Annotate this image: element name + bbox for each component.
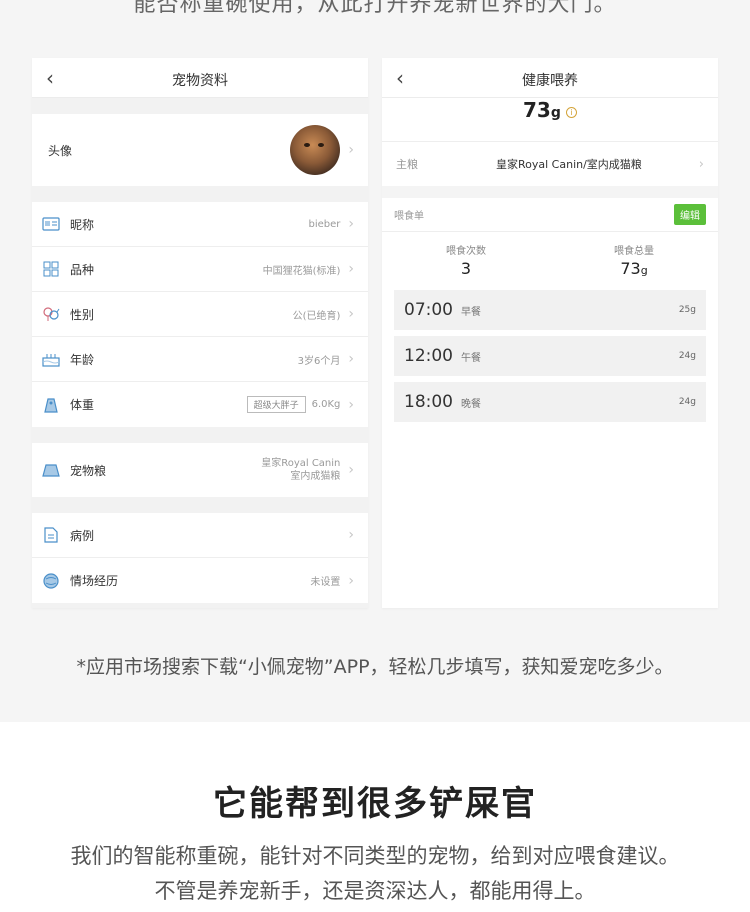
meal-item[interactable]: 12:00 午餐 24g bbox=[394, 336, 706, 376]
page-title: 宠物资料 bbox=[172, 73, 228, 89]
meal-name: 午餐 bbox=[461, 352, 481, 364]
chevron-right-icon: › bbox=[348, 396, 354, 413]
row-value: 中国狸花猫(标准) bbox=[262, 265, 341, 277]
stat-label: 喂食次数 bbox=[446, 246, 486, 257]
chevron-right-icon: › bbox=[348, 572, 354, 589]
chevron-right-icon: › bbox=[348, 527, 354, 543]
stat-count: 喂食次数 3 bbox=[382, 242, 550, 290]
row-pet-food[interactable]: 宠物粮 皇家Royal Canin 室内成猫粮 › bbox=[32, 443, 368, 497]
gender-icon bbox=[42, 305, 60, 323]
meal-name: 早餐 bbox=[461, 306, 481, 318]
grid-icon bbox=[42, 260, 60, 278]
description-line-1: 我们的智能称重碗，能针对不同类型的宠物，给到对应喂食建议。 bbox=[70, 844, 680, 868]
main-food-row[interactable]: 主粮 皇家Royal Canin/室内成猫粮 › bbox=[382, 142, 718, 186]
nav-bar: ‹ 宠物资料 bbox=[32, 58, 368, 98]
document-icon bbox=[42, 526, 60, 544]
bottom-section: 它能帮到很多铲屎官 我们的智能称重碗，能针对不同类型的宠物，给到对应喂食建议。 … bbox=[0, 722, 750, 912]
avatar-row[interactable]: 头像 › bbox=[32, 114, 368, 186]
daily-total-unit: g bbox=[550, 105, 561, 121]
main-food-label: 主粮 bbox=[396, 158, 418, 171]
row-breed[interactable]: 品种 中国狸花猫(标准) › bbox=[32, 247, 368, 292]
row-label: 品种 bbox=[70, 262, 95, 277]
amount-unit: g bbox=[640, 264, 648, 277]
food-line-2: 室内成猫粮 bbox=[290, 471, 341, 482]
row-label: 年龄 bbox=[70, 352, 95, 367]
daily-total: 73g i bbox=[382, 98, 718, 142]
chevron-right-icon: › bbox=[348, 216, 354, 232]
info-icon[interactable]: i bbox=[565, 107, 577, 118]
meal-time: 12:00 bbox=[404, 346, 453, 366]
cake-icon bbox=[42, 350, 60, 368]
row-value: 6.0Kg bbox=[311, 399, 341, 410]
healthy-feeding-screen: ‹ 健康喂养 73g i 主粮 皇家Royal Canin/室内成猫粮 › 喂食… bbox=[382, 58, 718, 608]
meal-item[interactable]: 18:00 晚餐 24g bbox=[394, 382, 706, 422]
divider bbox=[382, 186, 718, 198]
row-value: bieber bbox=[308, 218, 341, 230]
meal-grams: 24g bbox=[678, 397, 696, 407]
row-label: 昵称 bbox=[70, 217, 95, 232]
stat-label: 喂食总量 bbox=[614, 246, 654, 257]
row-label: 情场经历 bbox=[70, 574, 119, 588]
row-label: 体重 bbox=[70, 398, 95, 412]
avatar-label: 头像 bbox=[48, 143, 73, 158]
extra-group: 病例 › 情场经历 未设置 › bbox=[32, 513, 368, 603]
id-card-icon bbox=[42, 215, 60, 233]
bowl-icon bbox=[42, 461, 60, 479]
daily-total-number: 73 bbox=[523, 98, 551, 122]
meal-grams: 24g bbox=[678, 351, 696, 361]
food-line-1: 皇家Royal Canin bbox=[261, 458, 341, 469]
page-title: 健康喂养 bbox=[522, 73, 578, 89]
weight-tag: 超级大胖子 bbox=[246, 396, 306, 413]
chevron-right-icon: › bbox=[348, 462, 354, 478]
feeding-stats: 喂食次数 3 喂食总量 73g bbox=[382, 232, 718, 290]
chevron-right-icon: › bbox=[348, 142, 354, 158]
meal-time: 07:00 bbox=[404, 300, 453, 320]
row-age[interactable]: 年龄 3岁6个月 › bbox=[32, 337, 368, 382]
food-group: 宠物粮 皇家Royal Canin 室内成猫粮 › bbox=[32, 443, 368, 497]
edit-button[interactable]: 编辑 bbox=[674, 204, 706, 225]
meal-item[interactable]: 07:00 早餐 25g bbox=[394, 290, 706, 330]
feeding-menu-header: 喂食单 编辑 bbox=[382, 198, 718, 232]
stat-value: 73g bbox=[550, 259, 718, 278]
row-medical[interactable]: 病例 › bbox=[32, 513, 368, 558]
row-gender[interactable]: 性别 公(已绝育) › bbox=[32, 292, 368, 337]
row-nickname[interactable]: 昵称 bieber › bbox=[32, 202, 368, 247]
row-label: 病例 bbox=[70, 528, 95, 543]
pet-profile-screen: ‹ 宠物资料 头像 › 昵称 bieber › 品种 中国狸花猫(标准) › 性… bbox=[32, 58, 368, 608]
meal-name: 晚餐 bbox=[461, 398, 481, 410]
stat-amount: 喂食总量 73g bbox=[550, 242, 718, 290]
chevron-right-icon: › bbox=[348, 306, 354, 322]
weight-icon bbox=[42, 396, 60, 414]
chevron-right-icon: › bbox=[348, 351, 354, 367]
amount-number: 73 bbox=[620, 259, 641, 278]
globe-icon bbox=[42, 572, 60, 590]
row-romance[interactable]: 情场经历 未设置 › bbox=[32, 558, 368, 603]
feeding-menu-label: 喂食单 bbox=[394, 211, 424, 222]
footnote: *应用市场搜索下载“小佩宠物”APP，轻松几步填写，获知爱宠吃多少。 bbox=[76, 656, 674, 678]
row-label: 性别 bbox=[70, 307, 95, 322]
row-value: 皇家Royal Canin 室内成猫粮 bbox=[261, 457, 340, 483]
row-value: 3岁6个月 bbox=[297, 355, 341, 367]
row-value: 未设置 bbox=[310, 577, 341, 588]
meal-time: 18:00 bbox=[404, 392, 453, 412]
chevron-right-icon: › bbox=[698, 156, 704, 172]
stat-value: 3 bbox=[460, 259, 472, 278]
chevron-right-icon: › bbox=[348, 261, 354, 277]
main-food-value: 皇家Royal Canin/室内成猫粮 bbox=[496, 158, 642, 171]
description-line-2: 不管是养宠新手，还是资深达人，都能用得上。 bbox=[154, 879, 596, 903]
headline: 它能帮到很多铲屎官 bbox=[213, 784, 537, 824]
row-value: 公(已绝育) bbox=[292, 310, 341, 322]
meal-grams: 25g bbox=[678, 305, 696, 315]
row-label: 宠物粮 bbox=[70, 463, 107, 478]
avatar-group: 头像 › bbox=[32, 114, 368, 186]
avatar bbox=[290, 125, 341, 175]
basic-info-group: 昵称 bieber › 品种 中国狸花猫(标准) › 性别 公(已绝育) › 年… bbox=[32, 202, 368, 427]
nav-bar: ‹ 健康喂养 bbox=[382, 58, 718, 98]
top-caption: 能否称重碗使用，从此打开养宠新世界的大门。 bbox=[133, 0, 617, 17]
row-weight[interactable]: 体重 超级大胖子 6.0Kg › bbox=[32, 382, 368, 427]
